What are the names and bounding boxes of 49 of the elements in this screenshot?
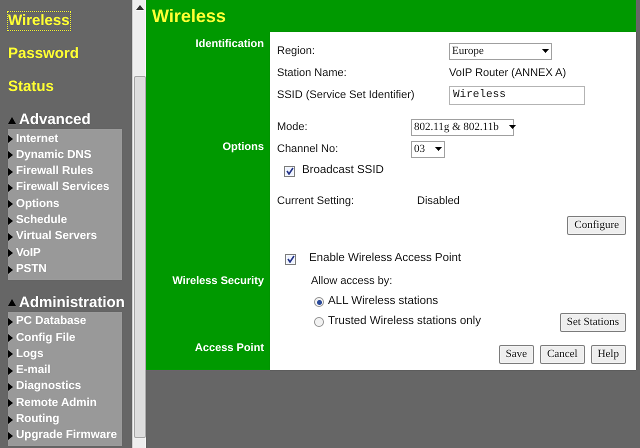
input-field[interactable]: Wireless	[449, 86, 585, 104]
field-label: SSID (Service Set Identifier)	[277, 88, 416, 103]
form-button[interactable]: Save	[498, 345, 534, 364]
field-label: Station Name:	[277, 66, 348, 81]
configure-button[interactable]: Configure	[567, 216, 626, 234]
field-label: Allow access by:	[311, 274, 392, 289]
submenu-link[interactable]: PC Database	[16, 313, 86, 330]
section-label: Identification	[196, 37, 264, 52]
radio-label: Trusted Wireless stations only	[328, 314, 481, 330]
submenu-link[interactable]: E-mail	[16, 362, 51, 380]
nav-link[interactable]: Status	[8, 78, 54, 96]
set-stations-button[interactable]: Set Stations	[560, 312, 626, 332]
checkbox-label: Broadcast SSID	[302, 163, 384, 178]
field-label: Channel No:	[277, 142, 340, 157]
radio-label: ALL Wireless stations	[328, 294, 438, 310]
nav-link[interactable]: Password	[8, 45, 79, 63]
field-label: Region:	[277, 44, 316, 59]
dropdown[interactable]: Europe	[449, 42, 552, 60]
submenu-link[interactable]: Remote Admin	[16, 394, 97, 412]
submenu-link[interactable]: Virtual Servers	[16, 228, 97, 246]
field-label: Mode:	[277, 120, 309, 135]
section-label: Access Point	[194, 341, 264, 356]
page-title: Wireless	[152, 4, 226, 28]
menu-group-title[interactable]: Advanced	[19, 111, 91, 129]
submenu-link[interactable]: Firewall Rules	[16, 163, 94, 180]
submenu-link[interactable]: PSTN	[16, 260, 47, 278]
checkbox-label: Enable Wireless Access Point	[309, 251, 462, 266]
section-label: Wireless Security	[172, 274, 264, 289]
form-button[interactable]: Cancel	[540, 345, 585, 364]
field-label: Current Setting:	[277, 194, 356, 209]
field-value: VoIP Router (ANNEX A)	[449, 66, 566, 81]
submenu-link[interactable]: Schedule	[16, 212, 68, 230]
submenu-link[interactable]: Options	[16, 196, 60, 213]
submenu-link[interactable]: Internet	[16, 130, 58, 148]
menu-group-title[interactable]: Administration	[19, 294, 125, 312]
submenu-link[interactable]: Firewall Services	[16, 179, 110, 197]
dropdown[interactable]: 802.11g & 802.11b	[411, 118, 514, 136]
submenu-link[interactable]: Logs	[16, 346, 44, 364]
submenu-link[interactable]: Diagnostics	[16, 378, 82, 396]
nav-link[interactable]: Wireless	[8, 12, 70, 30]
dropdown[interactable]: 03	[411, 140, 445, 158]
submenu-link[interactable]: Dynamic DNS	[16, 146, 92, 164]
submenu-link[interactable]: Upgrade Firmware	[16, 427, 117, 445]
submenu-link[interactable]: VoIP	[16, 244, 41, 262]
section-label: Options	[222, 140, 264, 155]
submenu-link[interactable]: Routing	[16, 410, 60, 428]
field-value: Disabled	[417, 194, 460, 209]
submenu-link[interactable]: Config File	[16, 330, 76, 347]
form-button[interactable]: Help	[590, 345, 626, 364]
